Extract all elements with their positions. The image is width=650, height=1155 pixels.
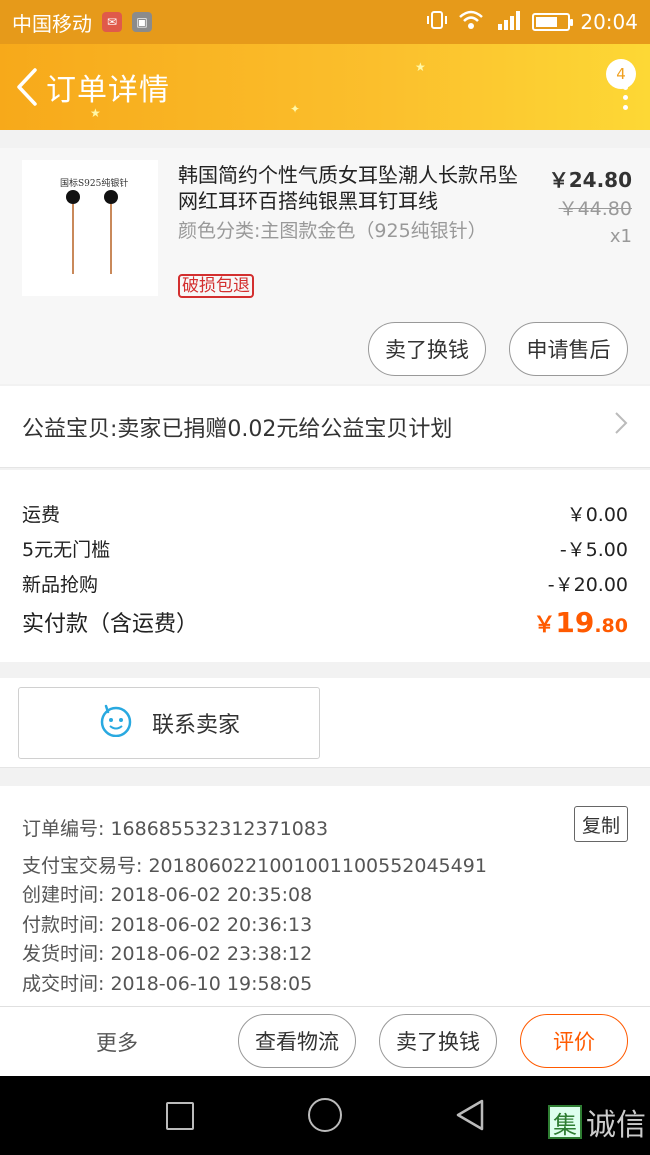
created-time: 创建时间: 2018-06-02 20:35:08: [22, 884, 313, 906]
order-info: 订单编号: 168685532312371083 复制 支付宝交易号: 2018…: [0, 786, 650, 1006]
watermark-text: 诚信: [586, 1108, 646, 1143]
completed-time: 成交时间: 2018-06-10 19:58:05: [22, 973, 313, 995]
vibrate-icon: [426, 9, 448, 36]
resell-button[interactable]: 卖了换钱: [368, 322, 486, 376]
product-image[interactable]: 国标S925纯银针: [22, 160, 158, 296]
order-number: 订单编号: 168685532312371083: [22, 818, 329, 840]
more-menu[interactable]: 4: [596, 57, 636, 117]
back-triangle-icon[interactable]: [454, 1098, 486, 1136]
contact-seller-button[interactable]: 联系卖家: [18, 687, 320, 759]
chevron-right-icon: [614, 411, 628, 442]
shipping-row: 运费 ￥0.00: [22, 500, 628, 527]
alipay-number: 支付宝交易号: 2018060221001001100552045491: [22, 855, 487, 877]
mail-icon: ✉: [102, 12, 122, 32]
promo-value: -￥20.00: [547, 574, 628, 596]
chat-bot-icon: [98, 703, 134, 743]
more-vertical-icon[interactable]: [623, 85, 628, 110]
review-button[interactable]: 评价: [520, 1014, 628, 1068]
status-bar: 中国移动 ✉ ▣ 20:04: [0, 0, 650, 44]
page-header: ★ ✦ ★ 订单详情 4: [0, 44, 650, 130]
notification-badge: 4: [606, 59, 636, 89]
carrier-name: 中国移动: [12, 11, 92, 36]
system-nav-bar: 集 诚信: [0, 1076, 650, 1155]
product-quantity: x1: [609, 226, 632, 247]
coupon-label: 5元无门槛: [22, 539, 111, 561]
copy-button[interactable]: 复制: [574, 806, 628, 842]
shipping-label: 运费: [22, 504, 61, 526]
promo-row: 新品抢购 -￥20.00: [22, 570, 628, 597]
total-label: 实付款（含运费）: [22, 612, 199, 637]
view-logistics-button[interactable]: 查看物流: [238, 1014, 356, 1068]
coupon-row: 5元无门槛 -￥5.00: [22, 535, 628, 562]
battery-icon: [532, 13, 574, 31]
signal-icon: [494, 9, 522, 36]
coupon-value: -￥5.00: [559, 539, 628, 561]
status-time: 20:04: [580, 10, 638, 34]
wifi-icon: [458, 9, 484, 36]
page-title: 订单详情: [46, 73, 170, 108]
damage-return-tag: 破损包退: [178, 274, 254, 298]
home-icon[interactable]: [308, 1098, 342, 1132]
shipped-time: 发货时间: 2018-06-02 23:38:12: [22, 943, 313, 965]
contact-section: 联系卖家: [0, 678, 650, 768]
earring-right: [104, 190, 118, 204]
product-image-label: 国标S925纯银针: [60, 179, 129, 189]
after-sale-button[interactable]: 申请售后: [509, 322, 628, 376]
earring-left: [66, 190, 80, 204]
product-original-price: ￥44.80: [558, 198, 632, 220]
total-value: ￥19.80: [533, 606, 628, 639]
paid-time: 付款时间: 2018-06-02 20:36:13: [22, 914, 313, 936]
watermark-logo: 集: [548, 1105, 582, 1139]
resell-bottom-button[interactable]: 卖了换钱: [379, 1014, 497, 1068]
product-price: ￥24.80: [548, 168, 632, 192]
back-arrow-icon[interactable]: [14, 67, 40, 107]
promo-label: 新品抢购: [22, 574, 99, 596]
contact-seller-label: 联系卖家: [151, 713, 240, 738]
shipping-value: ￥0.00: [566, 504, 628, 526]
charity-text: 公益宝贝:卖家已捐赠0.02元给公益宝贝计划: [22, 416, 453, 442]
charity-row[interactable]: 公益宝贝:卖家已捐赠0.02元给公益宝贝计划: [0, 386, 650, 468]
action-bar: 更多 查看物流 卖了换钱 评价: [0, 1006, 650, 1076]
fee-summary: 运费 ￥0.00 5元无门槛 -￥5.00 新品抢购 -￥20.00 实付款（含…: [0, 470, 650, 662]
more-link[interactable]: 更多: [96, 1027, 138, 1057]
product-card[interactable]: 国标S925纯银针 韩国简约个性气质女耳坠潮人长款吊坠网红耳环百搭纯银黑耳钉耳线…: [0, 148, 650, 384]
total-row: 实付款（含运费） ￥19.80: [22, 606, 628, 639]
recent-apps-icon[interactable]: [166, 1102, 194, 1130]
product-title[interactable]: 韩国简约个性气质女耳坠潮人长款吊坠网红耳环百搭纯银黑耳钉耳线: [178, 162, 518, 214]
image-icon: ▣: [132, 12, 152, 32]
watermark: 集 诚信: [548, 1100, 646, 1144]
product-sku: 颜色分类:主图款金色（925纯银针）: [178, 220, 487, 242]
